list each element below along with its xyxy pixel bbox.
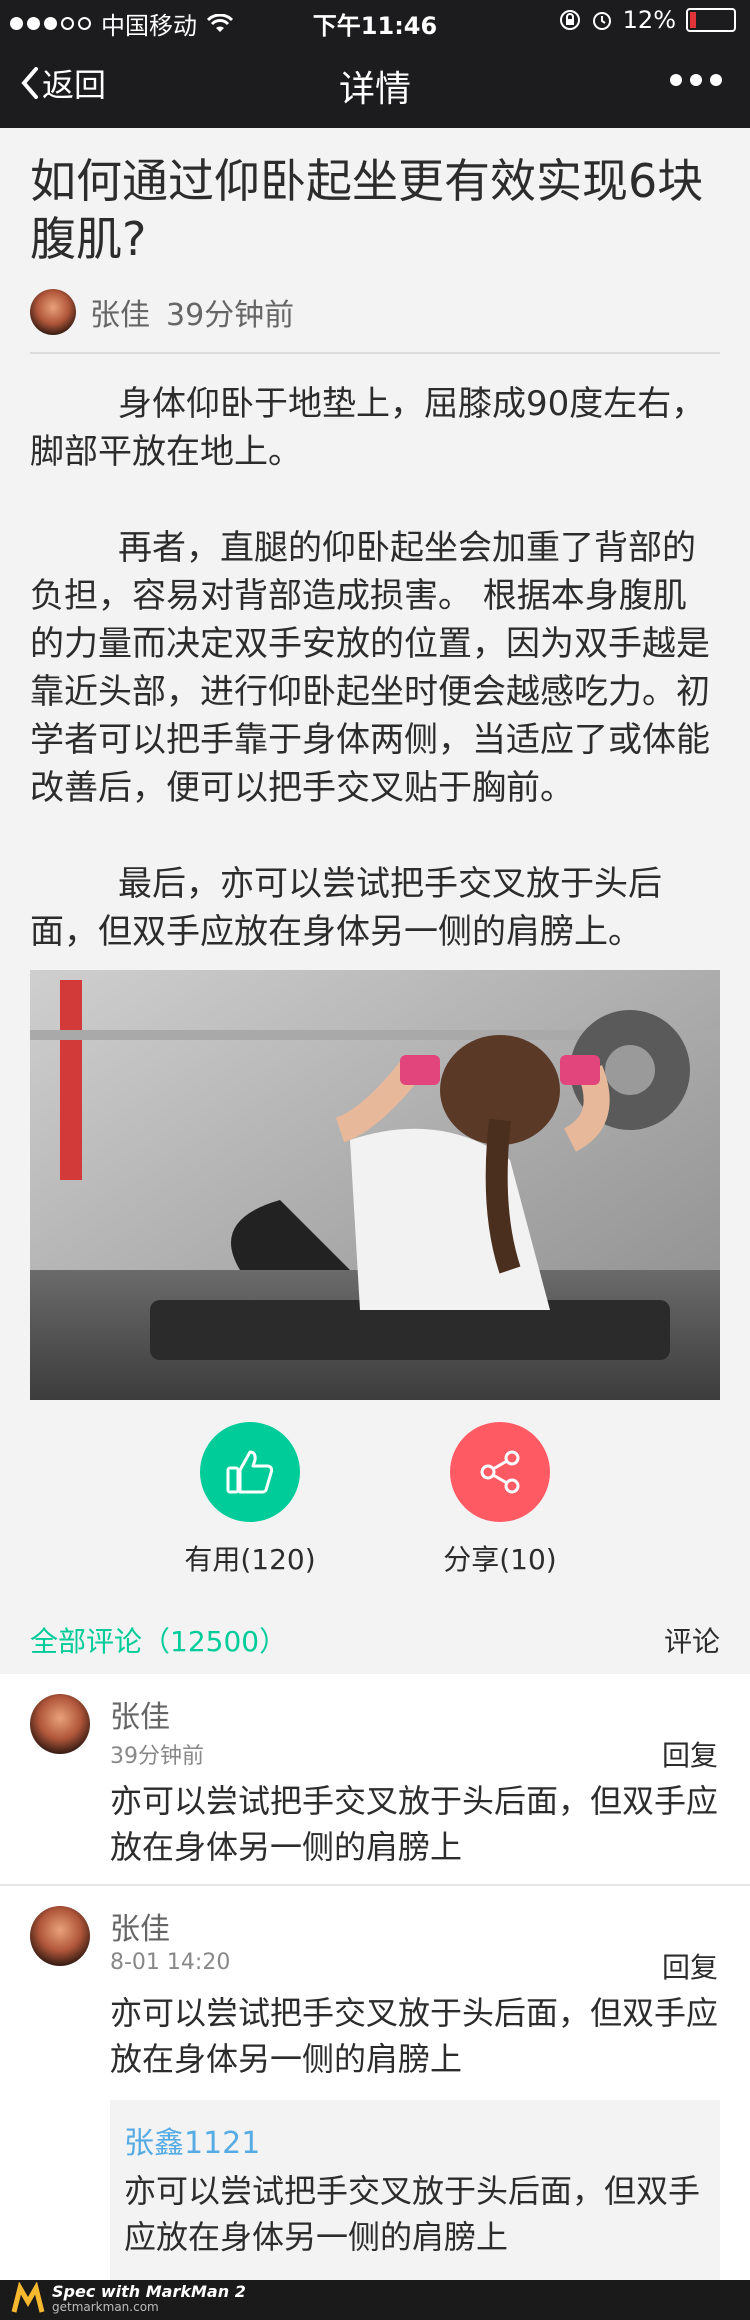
article: 如何通过仰卧起坐更有效实现6块腹肌? 张佳 39分钟前 身体仰卧于地垫上，屈膝成… <box>30 128 720 956</box>
comment-text: 亦可以尝试把手交叉放于头后面，但双手应放在身体另一侧的肩膀上 <box>110 1782 719 1866</box>
quoted-author[interactable]: 张鑫1121 <box>124 2118 260 2162</box>
all-comments-label[interactable]: 全部评论（12500） <box>30 1620 287 1660</box>
divider <box>30 352 720 354</box>
reply-button[interactable]: 回复 <box>662 1734 718 1774</box>
article-photo <box>30 970 720 1400</box>
action-bar: 有用(120) 分享(10) <box>0 1422 750 1582</box>
alarm-icon <box>592 12 611 30</box>
share-icon <box>480 1450 520 1494</box>
quoted-text: 亦可以尝试把手交叉放于头后面，但双手应放在身体另一侧的肩膀上 <box>124 2172 701 2256</box>
share-circle <box>450 1422 550 1522</box>
more-dot-icon <box>690 74 702 86</box>
share-button[interactable]: 分享(10) <box>410 1422 590 1578</box>
battery-label: 12% <box>622 6 676 34</box>
footer-bar: Spec with MarkMan 2 getmarkman.com <box>0 2280 750 2320</box>
share-label: 分享(10) <box>443 1543 557 1576</box>
gym-photo-illustration <box>30 970 720 1400</box>
write-comment-button[interactable]: 评论 <box>664 1620 720 1660</box>
more-dot-icon <box>670 74 682 86</box>
reply-button[interactable]: 回复 <box>662 1946 718 1986</box>
more-button[interactable] <box>670 74 722 86</box>
useful-label: 有用(120) <box>184 1543 316 1576</box>
rotation-lock-icon <box>559 10 580 30</box>
article-title: 如何通过仰卧起坐更有效实现6块腹肌? <box>30 154 704 266</box>
thumbs-up-icon <box>226 1450 274 1494</box>
article-paragraph: 身体仰卧于地垫上，屈膝成90度左右，脚部平放在地上。 <box>30 384 706 472</box>
article-paragraph: 再者，直腿的仰卧起坐会加重了背部的负担，容易对背部造成损害。 根据本身腹肌的力量… <box>30 528 710 808</box>
useful-button[interactable]: 有用(120) <box>160 1422 340 1578</box>
avatar[interactable] <box>30 1906 90 1966</box>
status-bar: 中国移动 下午11:46 12% <box>0 0 750 40</box>
comment-time: 8-01 14:20 <box>110 1950 231 1975</box>
quoted-comment: 张鑫1121 亦可以尝试把手交叉放于头后面，但双手应放在身体另一侧的肩膀上 <box>110 2100 720 2280</box>
comment-author[interactable]: 张佳 <box>110 1692 170 1736</box>
battery-icon <box>686 8 736 32</box>
comment-item: 张佳 8-01 14:20 回复 亦可以尝试把手交叉放于头后面，但双手应放在身体… <box>0 1886 750 2280</box>
article-time: 39分钟前 <box>166 298 295 333</box>
status-right: 12% <box>559 6 736 34</box>
avatar[interactable] <box>30 289 76 335</box>
comments-header: 全部评论（12500） 评论 <box>30 1620 720 1664</box>
comment-time: 39分钟前 <box>110 1744 204 1769</box>
nav-bar: 返回 详情 <box>0 40 750 128</box>
footer-url: getmarkman.com <box>52 2300 159 2314</box>
footer-brand: Spec with MarkMan 2 <box>52 2282 246 2301</box>
nav-title: 详情 <box>338 69 411 110</box>
comment-author[interactable]: 张佳 <box>110 1904 170 1948</box>
comment-text: 亦可以尝试把手交叉放于头后面，但双手应放在身体另一侧的肩膀上 <box>110 1994 719 2078</box>
markman-logo-icon <box>11 2282 45 2313</box>
article-paragraph: 最后，亦可以尝试把手交叉放于头后面，但双手应放在身体另一侧的肩膀上。 <box>30 864 662 952</box>
useful-circle <box>200 1422 300 1522</box>
author-row: 张佳 39分钟前 <box>30 284 720 340</box>
author-name: 张佳 <box>90 298 150 333</box>
avatar[interactable] <box>30 1694 90 1754</box>
comment-item: 张佳 39分钟前 回复 亦可以尝试把手交叉放于头后面，但双手应放在身体另一侧的肩… <box>0 1674 750 1884</box>
more-dot-icon <box>710 74 722 86</box>
